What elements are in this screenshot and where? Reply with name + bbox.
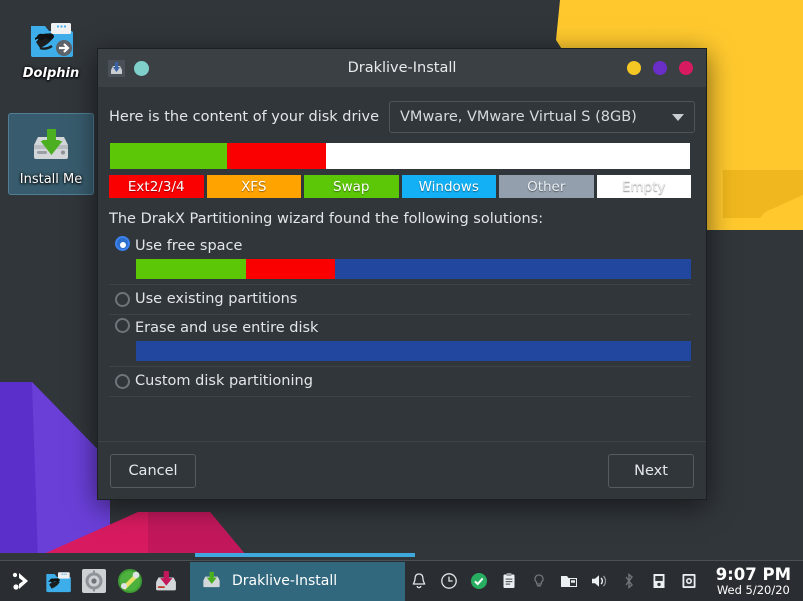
radio-button[interactable] bbox=[115, 374, 130, 389]
clock-time: 9:07 PM bbox=[716, 566, 791, 584]
system-settings-icon[interactable] bbox=[78, 565, 110, 597]
solution-body: Use existing partitions bbox=[135, 288, 691, 310]
taskbar-task-label: Draklive-Install bbox=[232, 573, 337, 589]
drive-label: Here is the content of your disk drive bbox=[109, 109, 379, 125]
solution-bar-segment bbox=[335, 259, 691, 279]
window-content: Here is the content of your disk drive V… bbox=[98, 87, 706, 397]
radio-button[interactable] bbox=[115, 292, 130, 307]
draklive-install-icon bbox=[200, 568, 223, 595]
radio-button[interactable] bbox=[115, 236, 130, 251]
dolphin-file-manager-icon[interactable] bbox=[42, 565, 74, 597]
disk-segment-empty bbox=[326, 143, 690, 169]
printer-icon[interactable] bbox=[680, 572, 699, 591]
clock-date: Wed 5/20/20 bbox=[716, 584, 791, 596]
solution-body: Custom disk partitioning bbox=[135, 370, 691, 392]
solutions-heading: The DrakX Partitioning wizard found the … bbox=[109, 211, 695, 227]
draklive-install-icon bbox=[108, 60, 125, 77]
configure-tools-icon[interactable] bbox=[114, 565, 146, 597]
solution-option-erase-and-use-entire-disk[interactable]: Erase and use entire disk bbox=[109, 315, 691, 367]
partition-legend: Ext2/3/4XFSSwapWindowsOtherEmpty bbox=[109, 175, 691, 198]
legend-other: Other bbox=[499, 175, 594, 198]
bluetooth-icon[interactable] bbox=[620, 572, 639, 591]
desktop-icon-label: Install Me bbox=[11, 172, 91, 188]
window-title: Draklive-Install bbox=[98, 60, 706, 76]
desktop-screen: Dolphin Install Me bbox=[0, 0, 803, 601]
solution-body: Use free space bbox=[135, 236, 692, 280]
solution-label: Use existing partitions bbox=[135, 288, 691, 310]
desktop-icon-install-me[interactable]: Install Me bbox=[8, 113, 94, 195]
taskbar: Draklive-Install bbox=[0, 560, 803, 601]
idle-bulb-icon[interactable] bbox=[530, 572, 549, 591]
solution-label: Custom disk partitioning bbox=[135, 370, 691, 392]
solution-bar-segment bbox=[136, 259, 246, 279]
legend-xfs: XFS bbox=[207, 175, 302, 198]
close-button[interactable] bbox=[679, 61, 693, 75]
usb-device-icon[interactable] bbox=[650, 572, 669, 591]
legend-swap: Swap bbox=[304, 175, 399, 198]
solution-bar-segment bbox=[136, 341, 691, 361]
solution-partition-bar bbox=[135, 340, 692, 362]
radio-wrap bbox=[109, 236, 135, 251]
clipboard-icon[interactable] bbox=[500, 572, 519, 591]
solution-option-use-free-space[interactable]: Use free space bbox=[109, 233, 691, 285]
minimize-button[interactable] bbox=[627, 61, 641, 75]
drive-select[interactable]: VMware, VMware Virtual S (8GB) bbox=[389, 101, 695, 133]
disk-usage-bar bbox=[109, 142, 691, 170]
system-tray: 9:07 PM Wed 5/20/20 bbox=[410, 566, 803, 596]
legend-ext2-3-4: Ext2/3/4 bbox=[109, 175, 204, 198]
disk-segment-swap bbox=[110, 143, 227, 169]
update-ok-icon[interactable] bbox=[470, 572, 489, 591]
radio-wrap bbox=[109, 374, 135, 389]
window-titlebar[interactable]: Draklive-Install bbox=[98, 49, 706, 87]
radio-wrap bbox=[109, 292, 135, 307]
radio-wrap bbox=[109, 318, 135, 333]
device-notifier-icon[interactable] bbox=[560, 572, 579, 591]
window-status-dot bbox=[134, 61, 149, 76]
desktop-icon-label: Dolphin bbox=[10, 66, 92, 82]
solution-label: Use free space bbox=[135, 236, 692, 256]
solution-bar-segment bbox=[246, 259, 335, 279]
desktop-icon-dolphin[interactable]: Dolphin bbox=[8, 8, 94, 88]
dolphin-file-manager-icon bbox=[10, 14, 92, 62]
solution-label: Erase and use entire disk bbox=[135, 318, 692, 338]
disk-segment-ext2-3-4 bbox=[227, 143, 327, 169]
clock[interactable]: 9:07 PM Wed 5/20/20 bbox=[710, 566, 795, 596]
cancel-button[interactable]: Cancel bbox=[110, 454, 196, 488]
solution-option-use-existing-partitions[interactable]: Use existing partitions bbox=[109, 285, 691, 315]
volume-icon[interactable] bbox=[590, 572, 609, 591]
drive-selection-row: Here is the content of your disk drive V… bbox=[109, 101, 695, 133]
legend-empty: Empty bbox=[597, 175, 692, 198]
notifications-bell-icon[interactable] bbox=[410, 572, 429, 591]
application-menu-icon[interactable] bbox=[6, 565, 38, 597]
solutions-list: Use free space Use existing partitions Era… bbox=[109, 233, 691, 397]
draklive-install-window: Draklive-Install Here is the content of … bbox=[97, 48, 707, 500]
next-button[interactable]: Next bbox=[608, 454, 694, 488]
radio-button[interactable] bbox=[115, 318, 130, 333]
dialog-button-bar: Cancel Next bbox=[98, 441, 706, 499]
install-icon[interactable] bbox=[150, 565, 182, 597]
solution-option-custom-disk-partitioning[interactable]: Custom disk partitioning bbox=[109, 367, 691, 397]
chevron-down-icon bbox=[672, 114, 684, 121]
taskbar-task-draklive-install[interactable]: Draklive-Install bbox=[190, 562, 405, 601]
maximize-button[interactable] bbox=[653, 61, 667, 75]
taskbar-launchers bbox=[0, 565, 182, 597]
hard-drive-download-icon bbox=[11, 120, 91, 168]
legend-windows: Windows bbox=[402, 175, 497, 198]
drive-select-value: VMware, VMware Virtual S (8GB) bbox=[400, 109, 666, 125]
clock-icon[interactable] bbox=[440, 572, 459, 591]
solution-body: Erase and use entire disk bbox=[135, 318, 692, 362]
solution-partition-bar bbox=[135, 258, 692, 280]
